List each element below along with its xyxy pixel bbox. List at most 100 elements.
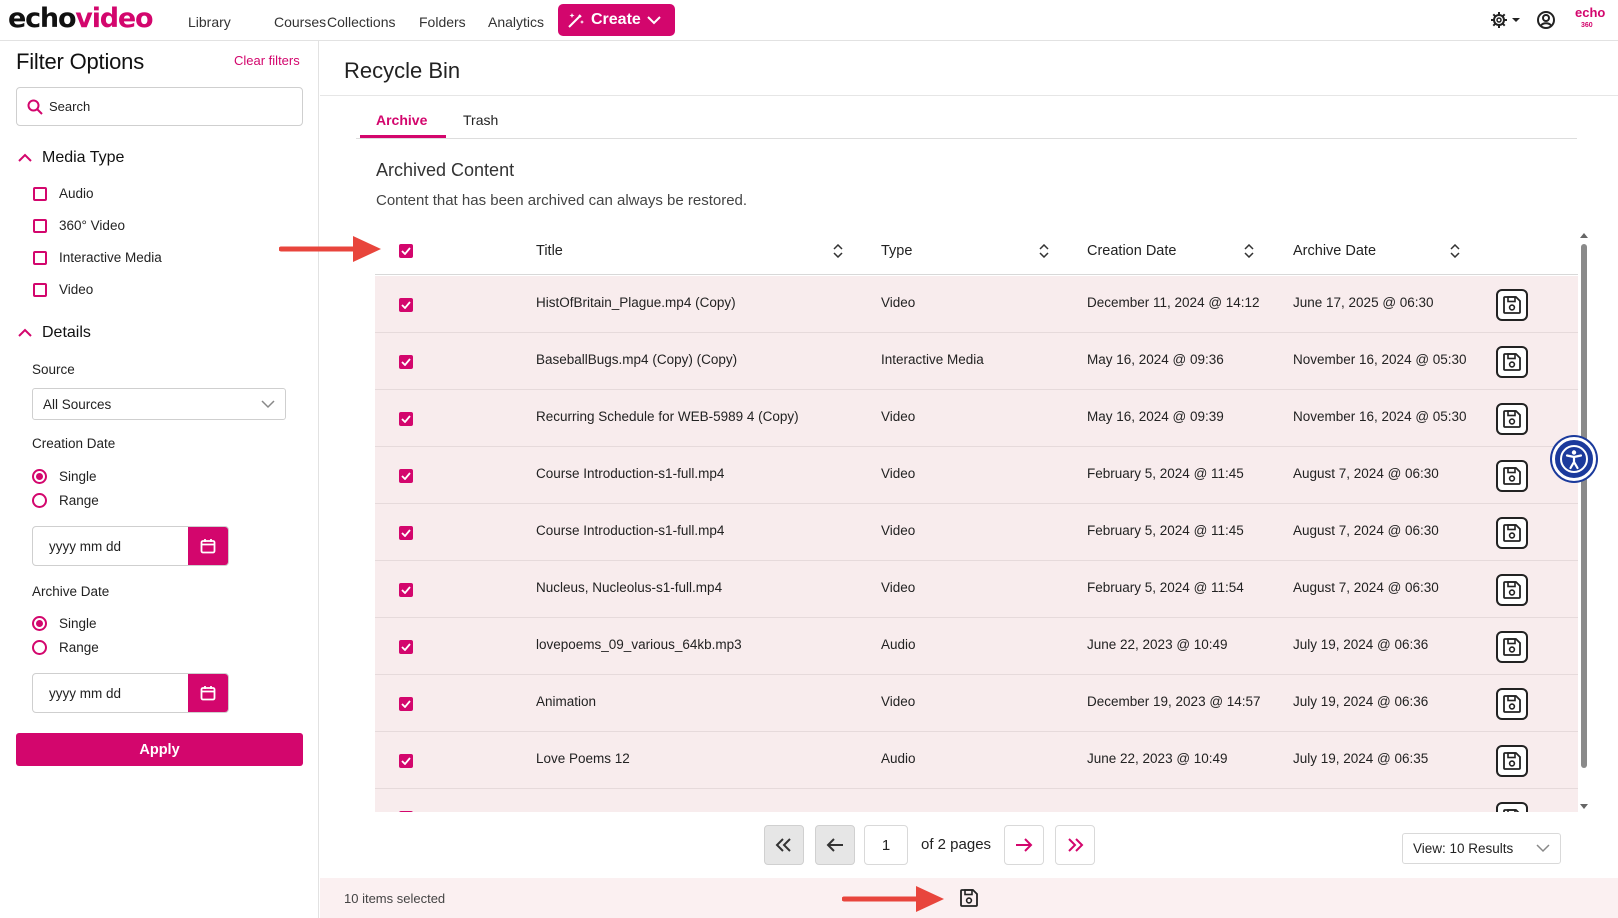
- gear-icon: [1491, 12, 1507, 28]
- restore-button[interactable]: [1496, 802, 1528, 812]
- sort-icon[interactable]: [833, 244, 843, 258]
- first-page-button[interactable]: [764, 825, 804, 865]
- table-row[interactable]: Course Introduction-s1-full.mp4 Video Febr…: [375, 504, 1578, 561]
- calendar-icon[interactable]: [188, 674, 228, 712]
- calendar-icon[interactable]: [188, 527, 228, 565]
- echovideo-logo[interactable]: echovideo: [8, 2, 154, 36]
- save-icon: [1502, 352, 1522, 372]
- bulk-restore-button[interactable]: [959, 888, 979, 908]
- last-page-button[interactable]: [1055, 825, 1095, 865]
- media-type-audio[interactable]: Audio: [33, 186, 94, 201]
- source-select[interactable]: All Sources: [32, 388, 286, 420]
- search-input[interactable]: Search: [16, 87, 303, 126]
- table-row[interactable]: Nucleus, Nucleolus-s1-full.mp4 Video Febru…: [375, 561, 1578, 618]
- checkbox[interactable]: [33, 218, 47, 233]
- media-type-toggle[interactable]: Media Type: [18, 149, 124, 167]
- creation-date-field[interactable]: yyyy mm dd: [32, 526, 229, 566]
- save-icon: [1502, 295, 1522, 315]
- settings-menu[interactable]: [1490, 10, 1522, 30]
- echo360-logo[interactable]: echo 360: [1575, 6, 1605, 31]
- table-row[interactable]: BaseballBugs.mp4 (Copy) (Copy) Interactiv…: [375, 333, 1578, 390]
- page-number-input[interactable]: 1: [864, 825, 908, 865]
- column-type[interactable]: Type: [881, 243, 912, 259]
- scrollbar-thumb[interactable]: [1581, 244, 1587, 768]
- row-checkbox[interactable]: [399, 583, 413, 597]
- row-checkbox[interactable]: [399, 811, 413, 812]
- restore-button[interactable]: [1496, 574, 1528, 606]
- chevron-down-icon: [1536, 844, 1550, 853]
- previous-page-button[interactable]: [815, 825, 855, 865]
- row-checkbox[interactable]: [399, 469, 413, 483]
- chevron-down-icon: [261, 399, 275, 409]
- restore-button[interactable]: [1496, 688, 1528, 720]
- save-icon: [1502, 409, 1522, 429]
- row-checkbox[interactable]: [399, 697, 413, 711]
- restore-button[interactable]: [1496, 631, 1528, 663]
- row-checkbox[interactable]: [399, 640, 413, 654]
- cell-archive-date: November 16, 2024 @ 05:30: [1293, 352, 1467, 367]
- table-row[interactable]: Love Poems 12 Audio June 22, 2023 @ 10:49 J…: [375, 732, 1578, 789]
- cell-type: Audio: [881, 751, 916, 766]
- media-type-360-video[interactable]: 360° Video: [33, 218, 125, 233]
- row-checkbox[interactable]: [399, 412, 413, 426]
- clear-filters-link[interactable]: Clear filters: [234, 53, 300, 68]
- sort-icon[interactable]: [1244, 244, 1254, 258]
- radio[interactable]: [32, 493, 47, 508]
- tab-archive[interactable]: Archive: [376, 112, 427, 128]
- accessibility-button[interactable]: [1552, 437, 1596, 481]
- create-button[interactable]: Create: [558, 4, 675, 36]
- tab-trash[interactable]: Trash: [463, 112, 498, 128]
- column-archive-date[interactable]: Archive Date: [1293, 243, 1376, 259]
- media-type-video[interactable]: Video: [33, 282, 93, 297]
- radio-selected[interactable]: [32, 616, 47, 631]
- media-type-interactive-media[interactable]: Interactive Media: [33, 250, 162, 265]
- user-icon[interactable]: [1536, 10, 1556, 30]
- table-row[interactable]: [375, 789, 1578, 812]
- nav-collections[interactable]: Collections: [327, 14, 395, 30]
- checkbox[interactable]: [33, 250, 47, 265]
- row-checkbox[interactable]: [399, 298, 413, 312]
- restore-button[interactable]: [1496, 517, 1528, 549]
- table-row[interactable]: Course Introduction-s1-full.mp4 Video Febr…: [375, 447, 1578, 504]
- cell-title: Nucleus, Nucleolus-s1-full.mp4: [536, 580, 723, 595]
- archive-single-radio[interactable]: Single: [32, 616, 97, 631]
- restore-button[interactable]: [1496, 403, 1528, 435]
- creation-range-radio[interactable]: Range: [32, 493, 99, 508]
- creation-single-radio[interactable]: Single: [32, 469, 97, 484]
- nav-library[interactable]: Library: [188, 14, 231, 30]
- nav-analytics[interactable]: Analytics: [488, 14, 544, 30]
- cell-creation-date: February 5, 2024 @ 11:45: [1087, 523, 1244, 538]
- row-checkbox[interactable]: [399, 754, 413, 768]
- radio[interactable]: [32, 640, 47, 655]
- table-row[interactable]: Recurring Schedule for WEB-5989 4 (Copy)…: [375, 390, 1578, 447]
- next-page-button[interactable]: [1004, 825, 1044, 865]
- restore-button[interactable]: [1496, 745, 1528, 777]
- filter-sidebar: Filter Options Clear filters Search Medi…: [0, 41, 319, 918]
- column-creation-date[interactable]: Creation Date: [1087, 243, 1176, 259]
- row-checkbox[interactable]: [399, 355, 413, 369]
- restore-button[interactable]: [1496, 346, 1528, 378]
- table-row[interactable]: HistOfBritain_Plague.mp4 (Copy) Video Dece…: [375, 276, 1578, 333]
- radio-selected[interactable]: [32, 469, 47, 484]
- row-checkbox[interactable]: [399, 526, 413, 540]
- nav-folders[interactable]: Folders: [419, 14, 466, 30]
- select-all-checkbox[interactable]: [399, 244, 413, 258]
- restore-button[interactable]: [1496, 289, 1528, 321]
- checkbox[interactable]: [33, 186, 47, 201]
- nav-courses[interactable]: Courses: [274, 14, 326, 30]
- cell-type: Video: [881, 694, 916, 709]
- details-toggle[interactable]: Details: [18, 324, 91, 342]
- save-icon: [1502, 466, 1522, 486]
- sort-icon[interactable]: [1039, 244, 1049, 258]
- archive-date-field[interactable]: yyyy mm dd: [32, 673, 229, 713]
- column-title[interactable]: Title: [536, 243, 563, 259]
- archive-range-radio[interactable]: Range: [32, 640, 99, 655]
- apply-button[interactable]: Apply: [16, 733, 303, 766]
- results-per-page-select[interactable]: View: 10 Results: [1402, 833, 1561, 864]
- sort-icon[interactable]: [1450, 244, 1460, 258]
- table-row[interactable]: lovepoems_09_various_64kb.mp3 Audio June 2…: [375, 618, 1578, 675]
- table-row[interactable]: Animation Video December 19, 2023 @ 14:57 J…: [375, 675, 1578, 732]
- restore-button[interactable]: [1496, 460, 1528, 492]
- page-title: Recycle Bin: [344, 58, 461, 83]
- checkbox[interactable]: [33, 282, 47, 297]
